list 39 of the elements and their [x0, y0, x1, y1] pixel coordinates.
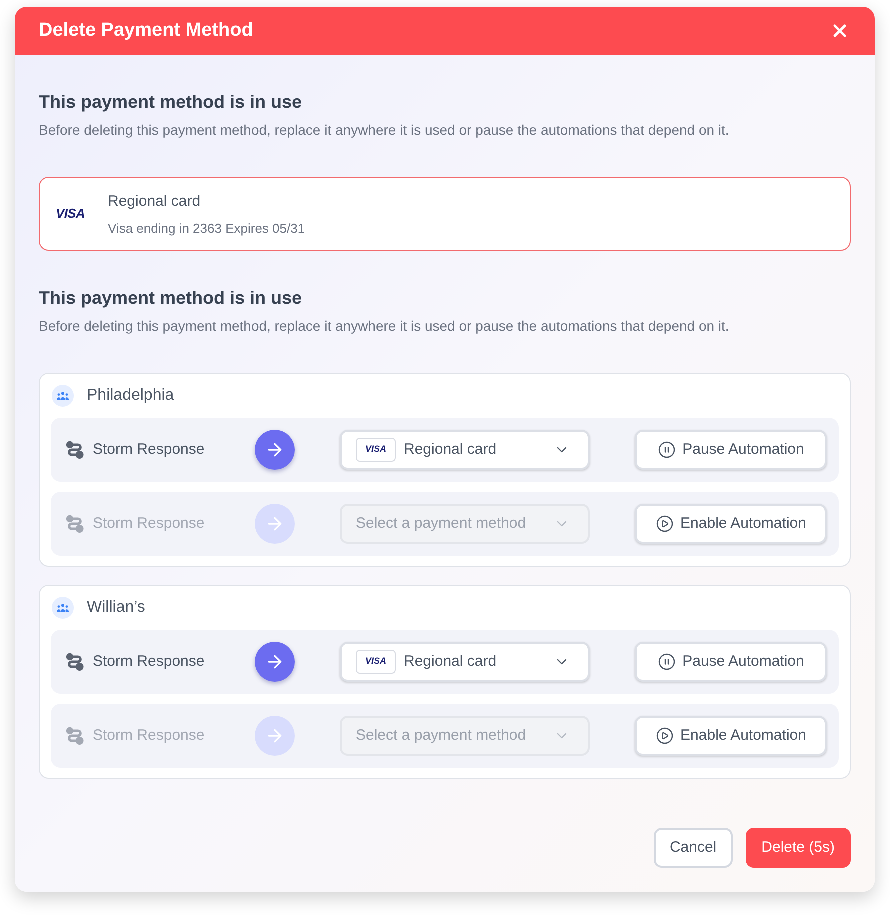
payment-method-select[interactable]: VISA Regional card [340, 642, 590, 682]
route-icon [65, 440, 85, 460]
card-brand-badge: VISA [356, 438, 396, 462]
automation-action-button[interactable]: Pause Automation [635, 642, 827, 682]
card-brand-logo: VISA [56, 205, 86, 224]
route-icon [65, 514, 85, 534]
automation-name: Storm Response [93, 440, 205, 460]
arrow-right-icon [255, 430, 295, 470]
team-icon [52, 385, 74, 407]
pause-icon [658, 441, 676, 459]
section-heading: This payment method is in use [39, 287, 302, 310]
select-value: Regional card [404, 652, 497, 672]
cancel-button[interactable]: Cancel [654, 828, 733, 868]
select-placeholder: Select a payment method [356, 514, 526, 534]
route-icon [65, 652, 85, 672]
card-brand-badge: VISA [356, 650, 396, 674]
arrow-right-icon [255, 642, 295, 682]
pause-icon [658, 653, 676, 671]
play-icon [656, 727, 674, 745]
dialog-title: Delete Payment Method [39, 18, 254, 43]
play-icon [656, 515, 674, 533]
card-details: Visa ending in 2363 Expires 05/31 [108, 220, 306, 236]
automation-name: Storm Response [93, 726, 205, 746]
select-value: Regional card [404, 440, 497, 460]
route-icon [65, 726, 85, 746]
arrow-right-icon [255, 716, 295, 756]
automation-name: Storm Response [93, 652, 205, 672]
group-name: Philadelphia [87, 386, 174, 406]
automation-name: Storm Response [93, 514, 205, 534]
card-name: Regional card [108, 192, 201, 212]
section-description: Before deleting this payment method, replace it anywhere it is used or pause the automations that depend on it. [39, 317, 730, 336]
team-icon [52, 597, 74, 619]
arrow-right-icon [255, 504, 295, 544]
section-heading: This payment method is in use [39, 91, 302, 114]
automation-action-button[interactable]: Pause Automation [635, 430, 827, 470]
section-description: Before deleting this payment method, replace it anywhere it is used or pause the automations that depend on it. [39, 121, 730, 140]
payment-method-select[interactable]: VISA Regional card [340, 430, 590, 470]
group-name: Willian’s [87, 598, 146, 618]
select-placeholder: Select a payment method [356, 726, 526, 746]
